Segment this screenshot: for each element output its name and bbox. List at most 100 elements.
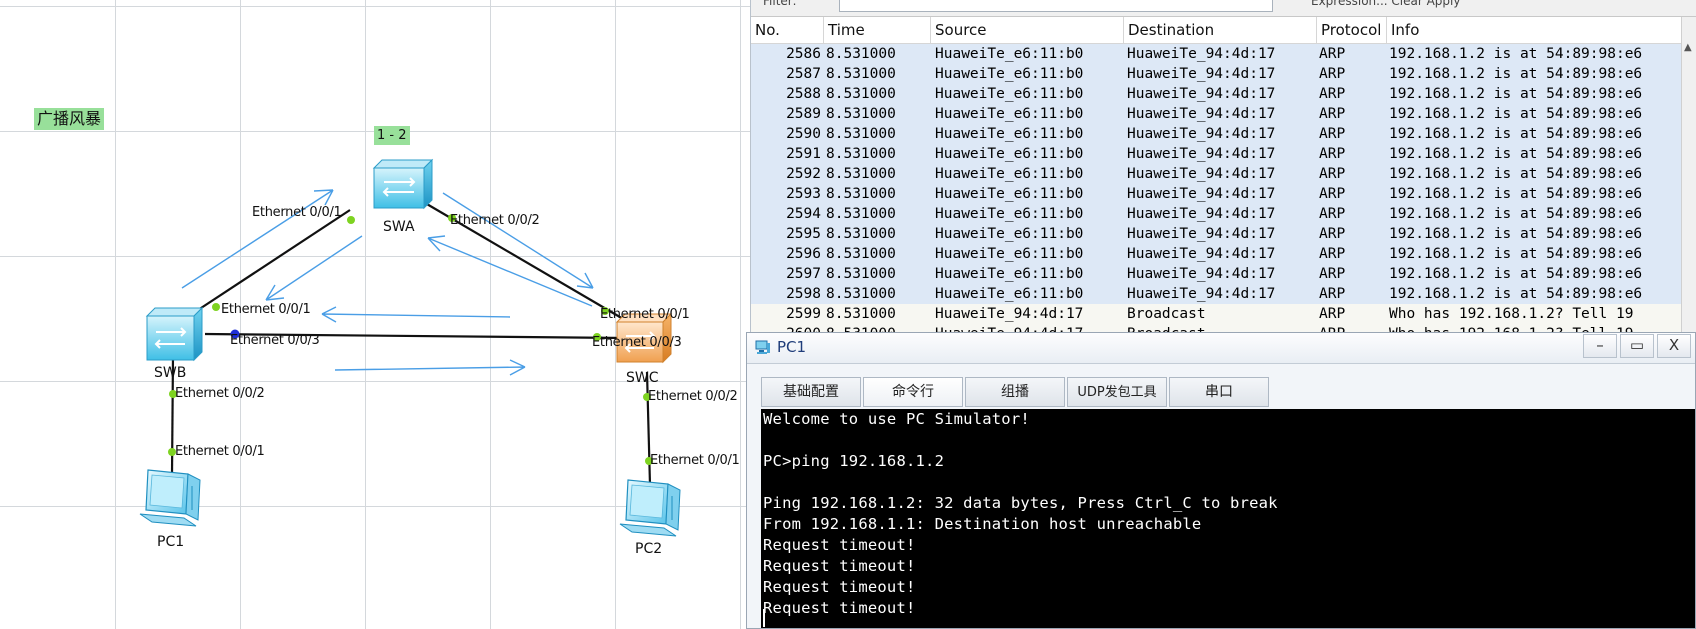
port-label-pc2-p1: Ethernet 0/0/1 (650, 453, 740, 468)
table-cell-info: 192.168.1.2 is at 54:89:98:e6 (1389, 286, 1643, 302)
table-cell-proto: ARP (1319, 46, 1346, 62)
table-cell-dst: HuaweiTe_94:4d:17 (1127, 206, 1276, 222)
table-cell-no: 2590 (786, 126, 821, 142)
column-header-source[interactable]: Source (931, 17, 1124, 43)
table-cell-no: 2591 (786, 146, 821, 162)
table-cell-no: 2588 (786, 86, 821, 102)
switch-icon[interactable] (372, 158, 434, 210)
table-row[interactable]: 2594 8.531000 HuaweiTe_e6:11:b0 HuaweiTe_94… (751, 204, 1696, 224)
table-cell-proto: ARP (1319, 86, 1346, 102)
table-row[interactable]: 2598 8.531000 HuaweiTe_e6:11:b0 HuaweiTe_94… (751, 284, 1696, 304)
pc1-window: PC1 – ▭ X 基础配置 命令行 组播 UDP发包工具 串口 Welcome… (746, 332, 1696, 629)
tab-serial[interactable]: 串口 (1169, 377, 1269, 407)
port-label-swc-p3: Ethernet 0/0/3 (592, 335, 682, 350)
port-label-swb-p1: Ethernet 0/0/1 (221, 302, 311, 317)
table-cell-no: 2594 (786, 206, 821, 222)
command-console[interactable]: Welcome to use PC Simulator! PC>ping 192… (761, 409, 1695, 628)
table-cell-time: 8.531000 (826, 146, 896, 162)
table-cell-time: 8.531000 (826, 186, 896, 202)
table-cell-src: HuaweiTe_e6:11:b0 (935, 86, 1084, 102)
column-header-info[interactable]: Info (1387, 17, 1696, 43)
vertical-scrollbar[interactable]: ▲ (1681, 17, 1696, 336)
table-row[interactable]: 2588 8.531000 HuaweiTe_e6:11:b0 HuaweiTe_94… (751, 84, 1696, 104)
table-cell-proto: ARP (1319, 266, 1346, 282)
table-cell-dst: HuaweiTe_94:4d:17 (1127, 146, 1276, 162)
window-titlebar[interactable]: PC1 – ▭ X (747, 333, 1695, 364)
table-row[interactable]: 2599 8.531000 HuaweiTe_94:4d:17 Broadcast AR… (751, 304, 1696, 324)
port-label-swc-p2: Ethernet 0/0/2 (648, 389, 738, 404)
table-cell-proto: ARP (1319, 126, 1346, 142)
device-name-swa: SWA (383, 219, 415, 235)
tab-udp-tool[interactable]: UDP发包工具 (1067, 377, 1167, 407)
table-cell-info: 192.168.1.2 is at 54:89:98:e6 (1389, 226, 1643, 242)
device-name-swb: SWB (154, 365, 187, 381)
table-row[interactable]: 2591 8.531000 HuaweiTe_e6:11:b0 HuaweiTe_94… (751, 144, 1696, 164)
filter-label: Filter: (763, 0, 797, 8)
table-cell-time: 8.531000 (826, 246, 896, 262)
table-cell-proto: ARP (1319, 106, 1346, 122)
table-cell-time: 8.531000 (826, 306, 896, 322)
table-cell-proto: ARP (1319, 246, 1346, 262)
table-row[interactable]: 2589 8.531000 HuaweiTe_e6:11:b0 HuaweiTe_94… (751, 104, 1696, 124)
packet-rows: 2586 8.531000 HuaweiTe_e6:11:b0 HuaweiTe_94… (751, 44, 1696, 336)
pc-icon[interactable] (139, 469, 201, 527)
column-header-no[interactable]: No. (751, 17, 824, 43)
tab-basic-config[interactable]: 基础配置 (761, 377, 861, 407)
table-cell-src: HuaweiTe_e6:11:b0 (935, 286, 1084, 302)
table-cell-dst: HuaweiTe_94:4d:17 (1127, 286, 1276, 302)
switch-icon[interactable] (145, 306, 204, 362)
table-row[interactable]: 2596 8.531000 HuaweiTe_e6:11:b0 HuaweiTe_94… (751, 244, 1696, 264)
table-cell-dst: HuaweiTe_94:4d:17 (1127, 226, 1276, 242)
table-row[interactable]: 2590 8.531000 HuaweiTe_e6:11:b0 HuaweiTe_94… (751, 124, 1696, 144)
table-cell-dst: HuaweiTe_94:4d:17 (1127, 266, 1276, 282)
table-cell-dst: HuaweiTe_94:4d:17 (1127, 166, 1276, 182)
table-cell-time: 8.531000 (826, 286, 896, 302)
scroll-up-icon[interactable]: ▲ (1684, 42, 1692, 53)
table-cell-info: 192.168.1.2 is at 54:89:98:e6 (1389, 186, 1643, 202)
table-row[interactable]: 2586 8.531000 HuaweiTe_e6:11:b0 HuaweiTe_94… (751, 44, 1696, 64)
table-cell-src: HuaweiTe_e6:11:b0 (935, 46, 1084, 62)
port-label-swa-p2: Ethernet 0/0/2 (450, 213, 540, 228)
table-cell-info: 192.168.1.2 is at 54:89:98:e6 (1389, 166, 1643, 182)
filter-input[interactable] (839, 0, 1273, 12)
table-row[interactable]: 2592 8.531000 HuaweiTe_e6:11:b0 HuaweiTe_94… (751, 164, 1696, 184)
table-cell-info: 192.168.1.2 is at 54:89:98:e6 (1389, 66, 1643, 82)
console-line: PC>ping 192.168.1.2 (763, 452, 945, 470)
console-line: From 192.168.1.1: Destination host unrea… (763, 515, 1202, 533)
table-row[interactable]: 2593 8.531000 HuaweiTe_e6:11:b0 HuaweiTe_94… (751, 184, 1696, 204)
topology-canvas[interactable]: 广播风暴 1 - 2 SWA SWB SWC PC1 PC2 Ethernet … (0, 0, 750, 629)
table-cell-no: 2587 (786, 66, 821, 82)
minimize-button[interactable]: – (1583, 334, 1617, 358)
close-button[interactable]: X (1657, 334, 1691, 358)
column-header-time[interactable]: Time (824, 17, 931, 43)
table-cell-dst: HuaweiTe_94:4d:17 (1127, 186, 1276, 202)
table-cell-dst: HuaweiTe_94:4d:17 (1127, 86, 1276, 102)
table-cell-proto: ARP (1319, 226, 1346, 242)
filter-actions[interactable]: Expression... Clear Apply (1311, 0, 1460, 8)
table-cell-info: 192.168.1.2 is at 54:89:98:e6 (1389, 86, 1643, 102)
table-cell-info: 192.168.1.2 is at 54:89:98:e6 (1389, 246, 1643, 262)
table-cell-no: 2599 (786, 306, 821, 322)
device-badge[interactable]: 1 - 2 (374, 126, 410, 145)
tab-command-line[interactable]: 命令行 (863, 377, 963, 407)
console-line: Request timeout! (763, 578, 916, 596)
table-cell-src: HuaweiTe_e6:11:b0 (935, 246, 1084, 262)
table-cell-src: HuaweiTe_e6:11:b0 (935, 66, 1084, 82)
console-line: Welcome to use PC Simulator! (763, 410, 1030, 428)
table-row[interactable]: 2595 8.531000 HuaweiTe_e6:11:b0 HuaweiTe_94… (751, 224, 1696, 244)
table-cell-proto: ARP (1319, 186, 1346, 202)
table-row[interactable]: 2597 8.531000 HuaweiTe_e6:11:b0 HuaweiTe_94… (751, 264, 1696, 284)
table-row[interactable]: 2587 8.531000 HuaweiTe_e6:11:b0 HuaweiTe_94… (751, 64, 1696, 84)
table-cell-no: 2596 (786, 246, 821, 262)
column-header-protocol[interactable]: Protocol (1317, 17, 1387, 43)
table-cell-info: 192.168.1.2 is at 54:89:98:e6 (1389, 206, 1643, 222)
table-cell-proto: ARP (1319, 206, 1346, 222)
table-cell-dst: HuaweiTe_94:4d:17 (1127, 66, 1276, 82)
table-cell-info: 192.168.1.2 is at 54:89:98:e6 (1389, 126, 1643, 142)
broadcast-storm-label[interactable]: 广播风暴 (34, 108, 105, 130)
arrow-swa-to-swc (442, 192, 594, 289)
tab-multicast[interactable]: 组播 (965, 377, 1065, 407)
pc-icon[interactable] (619, 479, 681, 537)
maximize-button[interactable]: ▭ (1620, 334, 1654, 358)
column-header-destination[interactable]: Destination (1124, 17, 1317, 43)
